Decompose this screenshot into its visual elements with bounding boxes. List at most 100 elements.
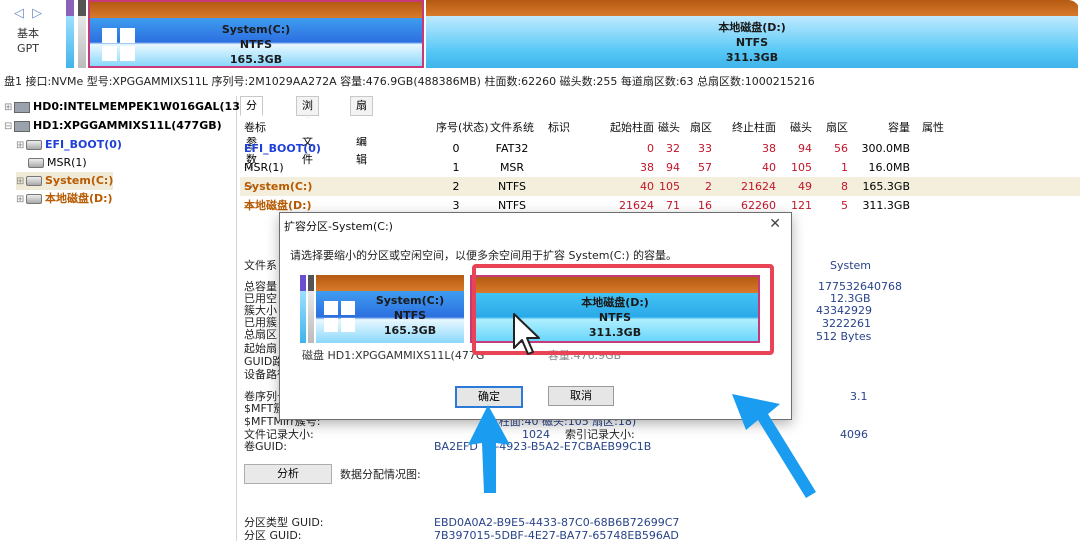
volume-guid-label: 卷GUID:: [244, 440, 287, 453]
disk-type-gpt: GPT: [17, 42, 39, 55]
tree-label: 本地磁盘(D:): [45, 192, 113, 205]
cell: 0: [647, 142, 654, 155]
disk-type: 基本 GPT: [16, 26, 40, 56]
cell: 165.3GB: [862, 180, 910, 193]
dialog-partition-efi[interactable]: [300, 275, 306, 343]
cell: 105: [791, 161, 812, 174]
disk-info-bar: 盘1 接口:NVMe 型号:XPGGAMMIXS11L 序列号:2M1029AA…: [4, 75, 815, 88]
col-start-head: 磁头: [658, 121, 680, 134]
close-icon[interactable]: ✕: [769, 216, 781, 232]
partition-guid-label: 分区 GUID:: [244, 529, 302, 541]
tab-sector-edit[interactable]: 扇区编辑: [350, 96, 373, 166]
index-size-value: 4096: [840, 428, 868, 441]
partition-size: 165.3GB: [383, 324, 437, 337]
cell: 8: [841, 180, 848, 193]
cell: 105: [659, 180, 680, 193]
cell: 38: [640, 161, 654, 174]
partition-fs: NTFS: [735, 36, 769, 49]
disk-type-basic: 基本: [17, 27, 39, 40]
partition-fs: NTFS: [393, 309, 427, 322]
tree-label: MSR(1): [47, 156, 87, 169]
disk-icon: [14, 101, 30, 113]
fs-label: 文件系: [244, 259, 277, 272]
col-volume: 卷标: [244, 121, 266, 134]
col-start-cyl: 起始柱面: [610, 121, 654, 134]
cell: 94: [666, 161, 680, 174]
partition-d-block[interactable]: 本地磁盘(D:) NTFS 311.3GB: [426, 0, 1078, 68]
disk-map: ◁ ▷ 基本 GPT System(C:) NTFS 165.3GB 本地磁盘(…: [0, 0, 1080, 70]
col-id: 标识: [548, 121, 570, 134]
col-end-head: 磁头: [790, 121, 812, 134]
partition-name: System(C:): [375, 294, 445, 307]
analyze-button[interactable]: 分析: [244, 464, 332, 484]
cell: MSR: [499, 161, 525, 174]
tree-item-efi[interactable]: ⊞ EFI_BOOT(0): [16, 136, 122, 154]
table-row-selected[interactable]: ⇢ System(C:) 2 NTFS 40 105 2 21624 49 8 1…: [240, 177, 1080, 196]
cell: 38: [762, 142, 776, 155]
disk-tree: ⊞ HD0:INTELMEMPEK1W016GAL(13GB ⊟ HD1:XPGGA…: [0, 96, 257, 541]
cell: 300.0MB: [861, 142, 910, 155]
tree-label: HD0:INTELMEMPEK1W016GAL(13GB: [33, 100, 258, 113]
partition-msr-block[interactable]: [78, 0, 86, 68]
col-fs: 文件系统: [490, 121, 534, 134]
dialog-partition-system[interactable]: System(C:) NTFS 165.3GB: [316, 275, 464, 343]
detail-label: 起始扇: [244, 342, 277, 355]
table-row[interactable]: ⇢ EFI_BOOT(0) 0 FAT32 0 32 33 38 94 56 30…: [240, 139, 1080, 158]
cell-vol: System(C:): [244, 180, 313, 193]
windows-logo-icon: [324, 301, 356, 333]
detail-value: 3222261: [822, 317, 871, 330]
partition-icon: [28, 158, 44, 168]
cell: NTFS: [497, 180, 527, 193]
partition-efi-block[interactable]: [66, 0, 74, 68]
partition-guid-value: 7B397015-5DBF-4E27-BA77-65748EB596AD: [434, 529, 679, 541]
col-seq: 序号(状态): [436, 121, 489, 134]
version-value: 3.1: [850, 390, 868, 403]
cell: 49: [798, 180, 812, 193]
cell: 311.3GB: [862, 199, 910, 212]
tree-item-hd1[interactable]: ⊟ HD1:XPGGAMMIXS11L(477GB): [4, 117, 222, 135]
partition-system-block[interactable]: System(C:) NTFS 165.3GB: [88, 0, 424, 68]
col-end-cyl: 终止柱面: [732, 121, 776, 134]
dialog-title: 扩容分区-System(C:): [284, 220, 393, 233]
tab-browse-files[interactable]: 浏览文件: [296, 96, 319, 166]
cell: 0: [452, 142, 460, 155]
disk-icon: [14, 120, 30, 132]
dialog-partition-msr[interactable]: [308, 275, 314, 343]
partition-name: System(C:): [221, 23, 291, 36]
partition-icon: [26, 140, 42, 150]
dialog-message: 请选择要缩小的分区或空闲空间，以便多余空间用于扩容 System(C:) 的容量…: [290, 249, 677, 262]
arrow-up-icon: [468, 405, 510, 493]
partition-type-guid-label: 分区类型 GUID:: [244, 516, 324, 529]
col-attr: 属性: [922, 121, 944, 134]
partition-type-guid-value: EBD0A0A2-B9E5-4433-87C0-68B6B72699C7: [434, 516, 680, 529]
cell: 33: [698, 142, 712, 155]
detail-label: GUID路: [244, 355, 284, 368]
cell-vol: EFI_BOOT(0): [244, 142, 321, 155]
tree-item-msr[interactable]: MSR(1): [28, 154, 87, 172]
cell: 94: [798, 142, 812, 155]
tree-item-hd0[interactable]: ⊞ HD0:INTELMEMPEK1W016GAL(13GB: [4, 98, 257, 116]
partition-size: 311.3GB: [725, 51, 779, 64]
tree-label: HD1:XPGGAMMIXS11L(477GB): [33, 119, 222, 132]
cell: 56: [834, 142, 848, 155]
detail-value: 512 Bytes: [816, 330, 872, 343]
data-distribution-label: 数据分配情况图:: [340, 468, 421, 481]
cell: 40: [762, 161, 776, 174]
cell: 21624: [741, 180, 776, 193]
col-capacity: 容量: [888, 121, 910, 134]
cell: 5: [841, 199, 848, 212]
cancel-button[interactable]: 取消: [548, 386, 614, 406]
partition-fs: NTFS: [239, 38, 273, 51]
tree-item-system[interactable]: ⊞ System(C:): [16, 172, 114, 190]
cell: 2: [705, 180, 712, 193]
detail-value: 43342929: [816, 304, 872, 317]
tab-partition-params[interactable]: 分区参数: [240, 96, 263, 166]
nav-arrows-icon[interactable]: ◁ ▷: [14, 6, 44, 21]
table-row[interactable]: ⇢ MSR(1) 1 MSR 38 94 57 40 105 1 16.0MB: [240, 158, 1080, 177]
col-start-sector: 扇区: [690, 121, 712, 134]
tree-label: EFI_BOOT(0): [45, 138, 122, 151]
cell: 32: [666, 142, 680, 155]
col-end-sector: 扇区: [826, 121, 848, 134]
tree-item-d[interactable]: ⊞ 本地磁盘(D:): [16, 190, 113, 208]
detail-label: 总扇区: [244, 328, 277, 341]
